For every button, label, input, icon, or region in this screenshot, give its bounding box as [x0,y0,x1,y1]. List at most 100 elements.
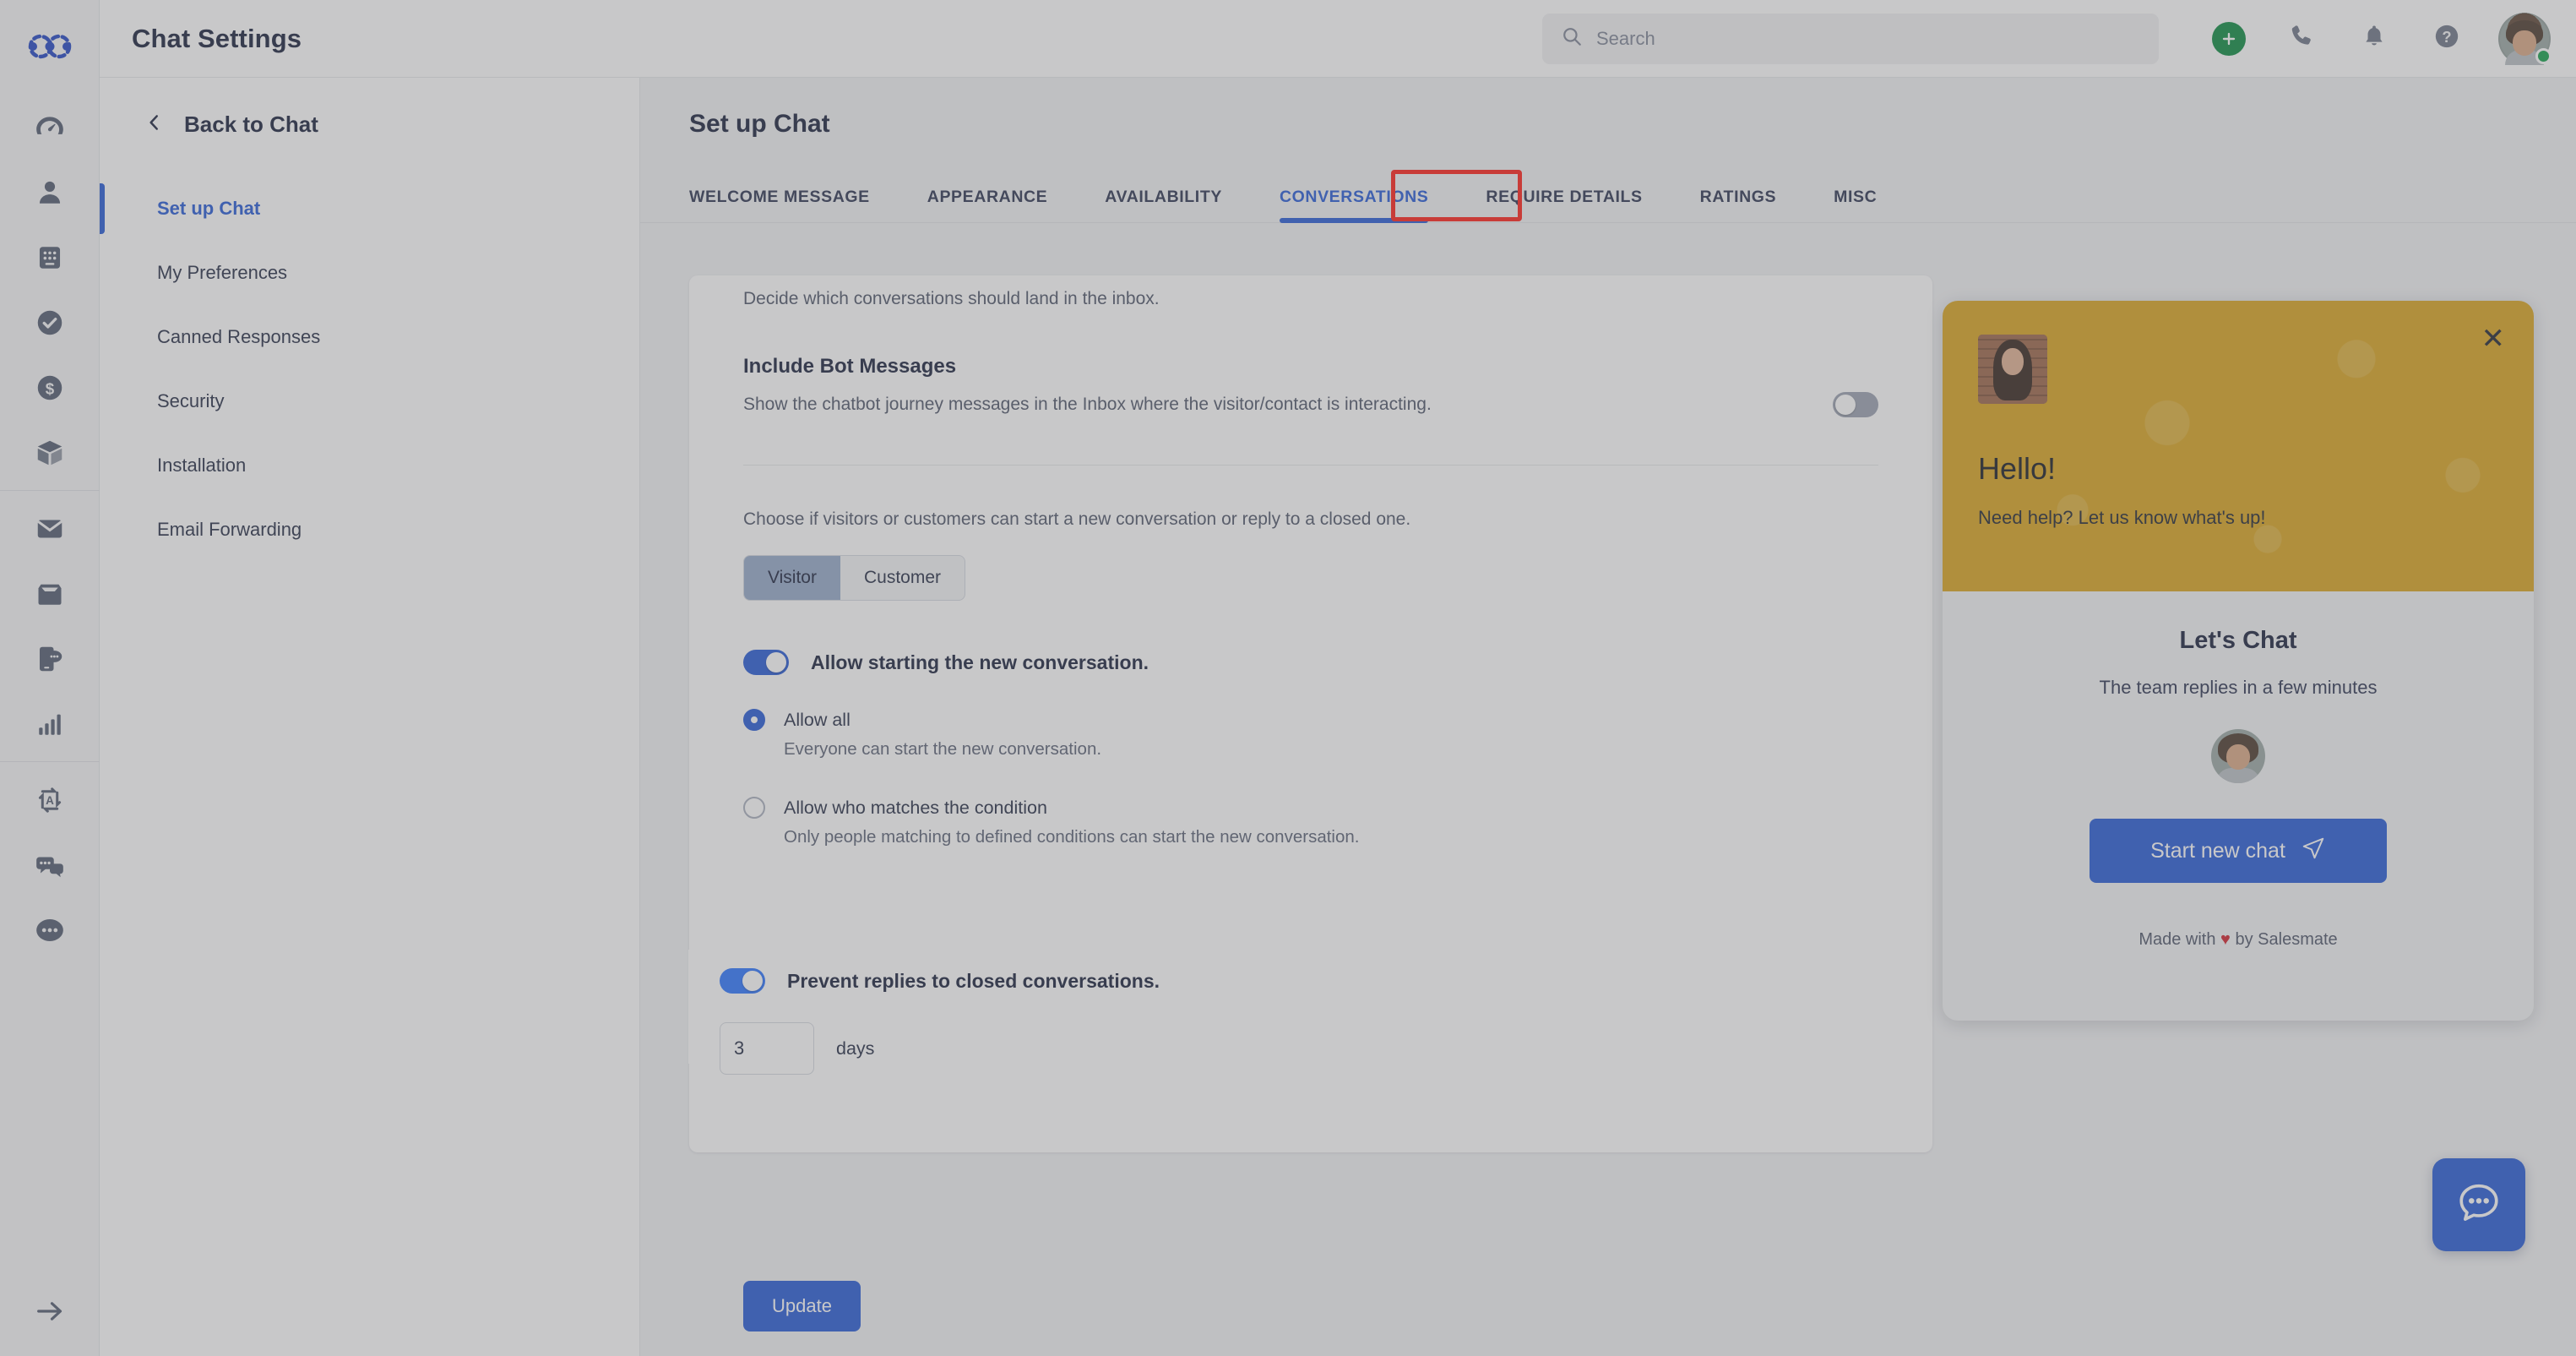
rail-item-messaging[interactable] [0,626,100,691]
search-box[interactable] [1542,13,2159,64]
update-button[interactable]: Update [743,1281,861,1331]
segment-option-customer[interactable]: Customer [840,556,965,600]
primary-nav-rail: $ A [0,0,100,1356]
sidebar-item-label: Canned Responses [157,326,321,347]
tab-label: AVAILABILITY [1105,188,1222,206]
allow-condition-radio[interactable] [743,797,765,819]
prevent-replies-toggle[interactable] [720,968,765,994]
tab-ratings[interactable]: RATINGS [1671,188,1806,222]
sidebar-item-email-forwarding[interactable]: Email Forwarding [100,498,639,562]
segment-option-visitor[interactable]: Visitor [744,556,840,600]
top-bar: Chat Settings Search ? [100,0,2576,78]
rail-item-companies[interactable] [0,225,100,290]
chat-launcher-button[interactable] [2432,1158,2525,1251]
allow-start-toggle[interactable] [743,650,789,675]
prevent-replies-highlight: Prevent replies to closed conversations.… [688,950,1883,1075]
rail-item-inbox[interactable] [0,561,100,626]
automation-a-icon: A [34,784,66,816]
start-new-chat-label: Start new chat [2150,838,2285,863]
include-bot-messages-description: Show the chatbot journey messages in the… [743,395,1432,414]
allow-all-radio[interactable] [743,709,765,731]
mobile-chat-icon [35,644,65,674]
allow-all-option: Allow all Everyone can start the new con… [743,709,1878,760]
tab-label: RATINGS [1699,188,1777,206]
bar-chart-icon [35,710,64,738]
app-logo[interactable] [24,20,76,73]
tab-appearance[interactable]: APPEARANCE [899,188,1077,222]
sidebar-item-label: Security [157,390,225,411]
audience-segmented-control: Visitor Customer [743,555,965,601]
widget-body-title: Let's Chat [2179,627,2297,654]
tab-welcome-message[interactable]: WELCOME MESSAGE [689,188,899,222]
widget-body: Let's Chat The team replies in a few min… [1943,591,2534,1021]
sidebar-item-set-up-chat[interactable]: Set up Chat [100,177,639,241]
sidebar-item-label: Installation [157,455,247,476]
prevent-replies-days-row: days [720,1022,874,1075]
notifications-button[interactable] [2338,11,2410,67]
chat-bubbles-icon [34,849,66,881]
sidebar-item-security[interactable]: Security [100,369,639,433]
include-bot-messages-toggle[interactable] [1833,392,1878,417]
expand-rail-button[interactable] [0,1294,100,1332]
back-to-chat-button[interactable]: Back to Chat [100,78,639,138]
widget-footer-suffix: by Salesmate [2235,930,2338,949]
bell-icon [2361,23,2388,54]
status-badge [2535,47,2552,64]
widget-header: ✕ Hello! Need help? Let us know what's u… [1943,301,2534,591]
start-new-chat-button[interactable]: Start new chat [2090,819,2387,883]
user-avatar[interactable] [2498,12,2552,65]
widget-agent-photo [1978,335,2047,404]
search-icon [1561,25,1583,52]
settings-sidebar: Back to Chat Set up Chat My Preferences … [100,78,640,1356]
prevent-replies-label: Prevent replies to closed conversations. [787,969,1160,992]
rail-item-deals[interactable]: $ [0,355,100,420]
rail-item-reports[interactable] [0,691,100,756]
tab-label: CONVERSATIONS [1279,188,1429,206]
section-title: Set up Chat [689,110,830,138]
send-plane-icon [2301,836,2326,867]
sidebar-item-my-preferences[interactable]: My Preferences [100,241,639,305]
svg-text:A: A [46,794,54,807]
rail-item-activities[interactable] [0,290,100,355]
prevent-replies-days-input[interactable] [720,1022,814,1075]
heart-icon: ♥ [2220,930,2231,949]
widget-subtitle: Need help? Let us know what's up! [1978,507,2266,528]
question-circle-icon: ? [2432,22,2461,55]
tab-availability[interactable]: AVAILABILITY [1076,188,1251,222]
sidebar-item-installation[interactable]: Installation [100,433,639,498]
sidebar-item-canned-responses[interactable]: Canned Responses [100,305,639,369]
allow-condition-radio-row[interactable]: Allow who matches the condition [743,797,1878,819]
rail-divider [0,490,100,491]
chat-widget-preview: ✕ Hello! Need help? Let us know what's u… [1943,301,2534,1021]
rail-item-email[interactable] [0,496,100,561]
rail-item-chat[interactable] [0,832,100,897]
rail-item-products[interactable] [0,420,100,485]
plus-icon [2212,21,2246,56]
tab-misc[interactable]: MISC [1805,188,1905,222]
arrow-right-icon [33,1294,67,1332]
page-title: Chat Settings [132,23,302,53]
tab-require-details[interactable]: REQUIRE DETAILS [1457,188,1671,222]
rail-item-automation[interactable]: A [0,767,100,832]
lead-description: Decide which conversations should land i… [743,289,1160,308]
rail-item-more[interactable] [0,897,100,962]
add-new-button[interactable] [2193,11,2265,67]
inbox-tray-icon [35,579,65,609]
chat-bubble-dots-icon [2454,1179,2503,1232]
close-icon[interactable]: ✕ [2481,324,2506,353]
rail-item-contacts[interactable] [0,160,100,225]
box-icon [35,438,65,468]
allow-all-radio-row[interactable]: Allow all [743,709,1878,731]
widget-footer-prefix: Made with [2139,930,2216,949]
call-button[interactable] [2265,11,2338,67]
app-root: $ A Chat Settings Search ? Back to Chat … [0,0,2576,1356]
chevron-left-icon [144,112,166,138]
envelope-icon [35,514,65,544]
topbar-actions: ? [1542,11,2576,67]
search-input[interactable] [1596,27,2140,50]
tab-conversations[interactable]: CONVERSATIONS [1251,188,1457,223]
help-button[interactable]: ? [2410,11,2483,67]
ellipsis-circle-icon [34,914,66,946]
rail-item-dashboard[interactable] [0,95,100,160]
choose-audience-description: Choose if visitors or customers can star… [743,509,1411,529]
